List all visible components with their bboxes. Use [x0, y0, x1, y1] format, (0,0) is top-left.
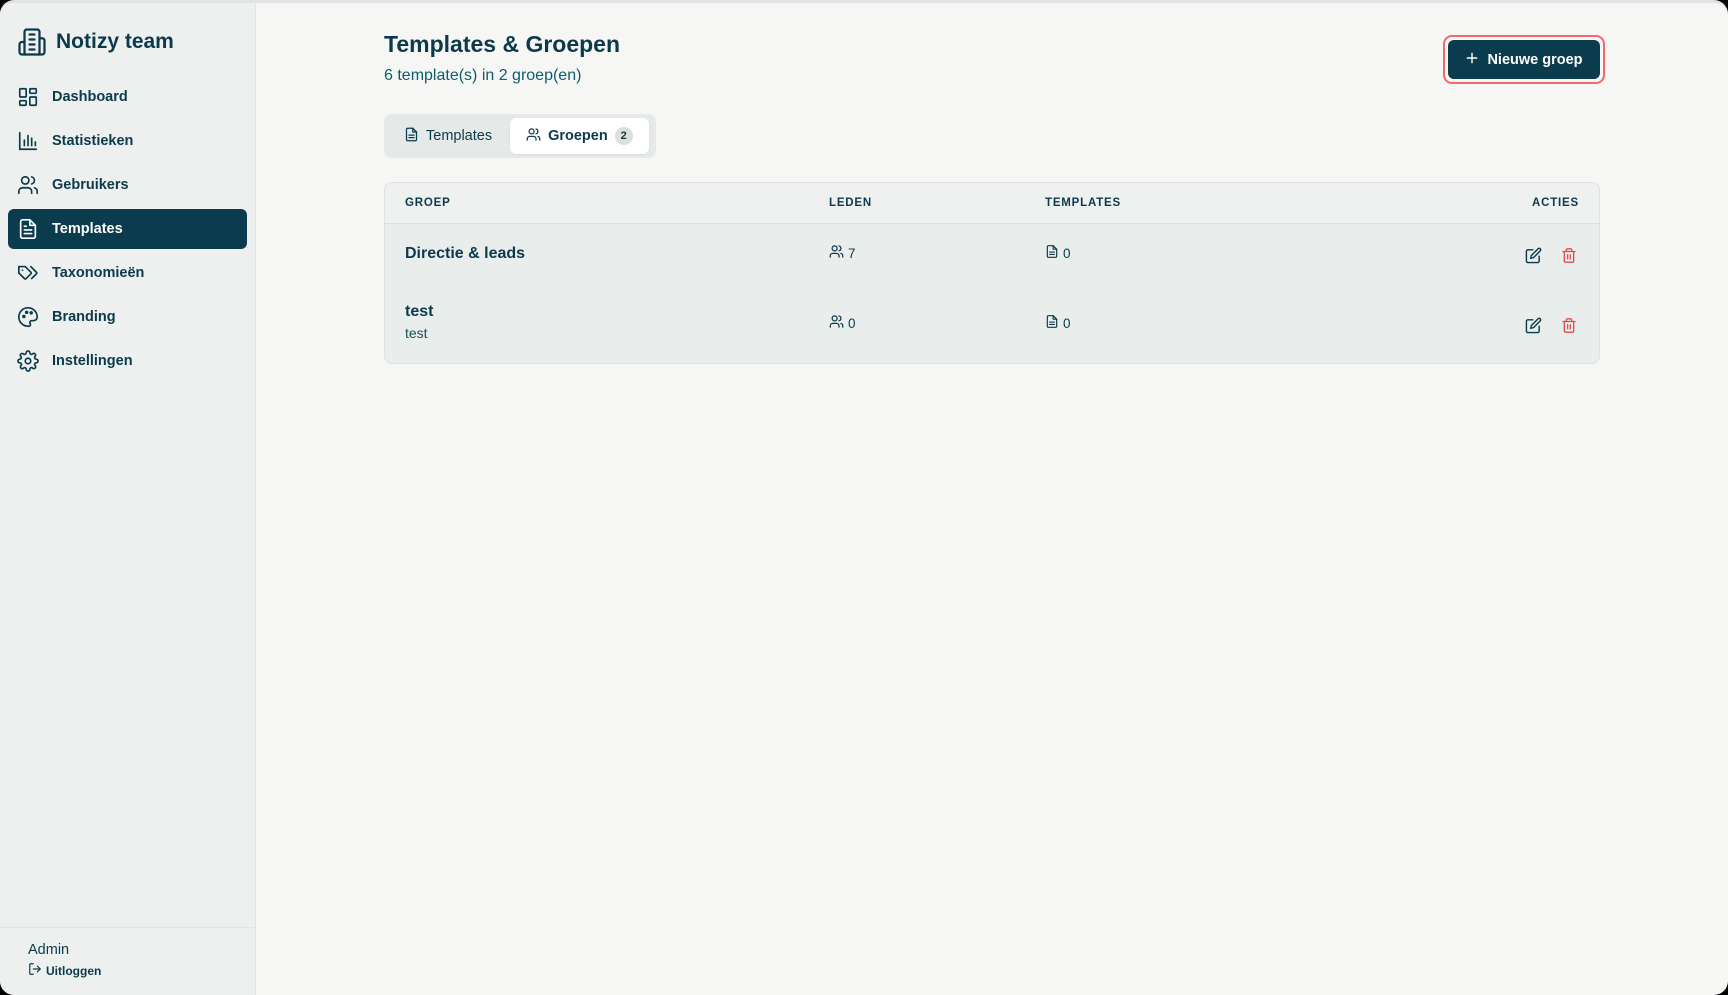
table-row[interactable]: test test 0 0 [385, 294, 1599, 363]
tab-templates[interactable]: Templates [388, 118, 508, 154]
group-name: Directie & leads [405, 245, 526, 262]
groups-table: GROEP LEDEN TEMPLATES ACTIES Directie & … [384, 182, 1600, 364]
group-cell: test test [405, 303, 433, 341]
tab-bar: Templates Groepen 2 [384, 114, 656, 158]
app-window: Notizy team Dashboard Statistieken Gebru… [0, 0, 1728, 995]
sidebar-item-templates[interactable]: Templates [8, 209, 247, 249]
count-badge: 2 [614, 127, 633, 145]
trash-icon [1561, 247, 1577, 269]
sidebar-item-dashboard[interactable]: Dashboard [8, 77, 247, 117]
group-name: test [405, 303, 434, 320]
main-content: Templates & Groepen 6 template(s) in 2 g… [256, 3, 1728, 995]
bar-chart-icon [16, 129, 40, 153]
logout-link[interactable]: Uitloggen [28, 962, 255, 979]
sidebar-item-branding[interactable]: Branding [8, 297, 247, 337]
delete-button[interactable] [1559, 248, 1579, 268]
templates-cell: 0 [1045, 314, 1071, 332]
delete-button[interactable] [1559, 318, 1579, 338]
sidebar-footer: Admin Uitloggen [0, 927, 255, 995]
sidebar-item-instellingen[interactable]: Instellingen [8, 341, 247, 381]
tags-icon [16, 261, 40, 285]
page-title: Templates & Groepen [384, 31, 621, 57]
brand[interactable]: Notizy team [16, 25, 174, 59]
new-group-button[interactable]: Nieuwe groep [1448, 40, 1600, 79]
sidebar-item-gebruikers[interactable]: Gebruikers [8, 165, 247, 205]
members-cell: 0 [829, 314, 856, 332]
templates-count: 0 [1063, 245, 1071, 261]
logout-icon [28, 962, 42, 979]
sidebar-item-label: Taxonomieën [52, 265, 145, 281]
new-group-label: Nieuwe groep [1487, 51, 1583, 68]
column-header-members: LEDEN [829, 197, 872, 209]
sidebar-item-label: Dashboard [52, 89, 128, 105]
gear-icon [16, 349, 40, 373]
edit-button[interactable] [1523, 247, 1543, 269]
sidebar-item-label: Instellingen [52, 353, 133, 369]
page-subtitle: 6 template(s) in 2 groep(en) [384, 67, 582, 84]
users-icon [829, 314, 844, 332]
members-count: 7 [848, 245, 856, 261]
templates-cell: 0 [1045, 244, 1071, 262]
members-cell: 7 [829, 244, 856, 262]
templates-count: 0 [1063, 315, 1071, 331]
sidebar-item-label: Gebruikers [52, 177, 129, 193]
column-header-group: GROEP [405, 197, 451, 209]
table-row[interactable]: Directie & leads 7 0 [385, 224, 1599, 294]
sidebar-item-label: Branding [52, 309, 116, 325]
sidebar: Notizy team Dashboard Statistieken Gebru… [0, 3, 256, 995]
group-cell: Directie & leads [405, 245, 525, 263]
users-icon [16, 173, 40, 197]
document-icon [1045, 314, 1059, 332]
document-icon [16, 217, 40, 241]
tab-groepen[interactable]: Groepen 2 [510, 118, 649, 154]
app-title: Notizy team [56, 30, 174, 53]
palette-icon [16, 305, 40, 329]
group-description: test [405, 325, 428, 341]
trash-icon [1561, 317, 1577, 339]
sidebar-item-label: Templates [52, 221, 123, 237]
plus-icon [1465, 51, 1479, 69]
table-header: GROEP LEDEN TEMPLATES ACTIES [385, 183, 1599, 224]
column-header-actions: ACTIES [1532, 197, 1579, 209]
dashboard-icon [16, 85, 40, 109]
edit-icon [1525, 317, 1542, 339]
sidebar-nav: Dashboard Statistieken Gebruikers Templa… [8, 77, 247, 385]
logout-label: Uitloggen [46, 963, 102, 978]
tab-label: Groepen [548, 128, 608, 144]
edit-icon [1525, 247, 1542, 269]
users-icon [829, 244, 844, 262]
building-icon [16, 26, 48, 58]
user-name: Admin [28, 942, 70, 958]
sidebar-item-label: Statistieken [52, 133, 134, 149]
sidebar-item-taxonomieen[interactable]: Taxonomieën [8, 253, 247, 293]
document-icon [404, 127, 419, 146]
users-icon [526, 127, 541, 146]
sidebar-item-statistieken[interactable]: Statistieken [8, 121, 247, 161]
document-icon [1045, 244, 1059, 262]
column-header-templates: TEMPLATES [1045, 197, 1121, 209]
members-count: 0 [848, 315, 856, 331]
tab-label: Templates [426, 128, 493, 144]
edit-button[interactable] [1523, 317, 1543, 339]
